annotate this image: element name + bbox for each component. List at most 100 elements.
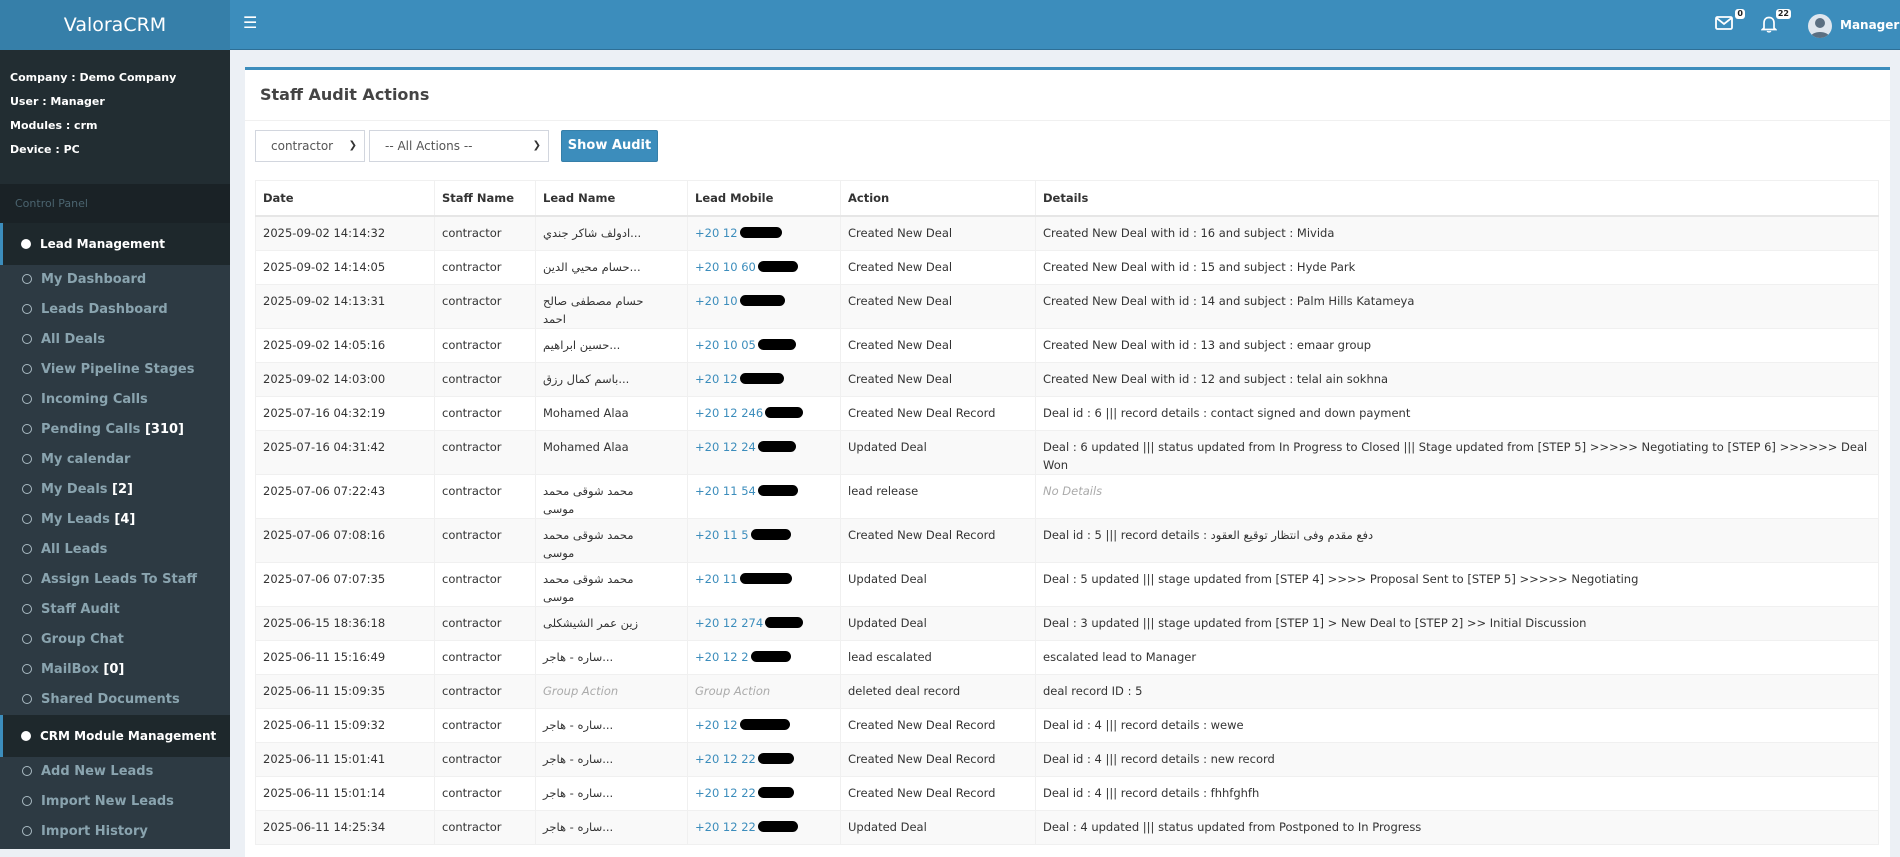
user-avatar[interactable] <box>1808 14 1832 38</box>
user-menu-name[interactable]: Manager <box>1840 17 1899 33</box>
table-row[interactable]: 2025-07-06 07:07:35 contractor محمد شوقى م… <box>255 562 1879 607</box>
cell-staff-name-text: contractor <box>442 260 502 274</box>
redaction-mark <box>750 651 791 662</box>
table-row[interactable]: 2025-06-15 18:36:18 contractor زين عمر الش… <box>255 606 1879 641</box>
cell-staff-name: contractor <box>434 674 536 709</box>
table-row[interactable]: 2025-07-16 04:31:42 contractor Mohamed Ala… <box>255 430 1879 475</box>
column-header-lead-name[interactable]: Lead Name <box>535 180 688 217</box>
sidebar-item-view-pipeline-stages[interactable]: View Pipeline Stages <box>0 355 230 385</box>
cell-lead-mobile[interactable]: +20 10 05 <box>687 328 841 363</box>
cell-lead-mobile[interactable]: +20 10 <box>687 284 841 329</box>
cell-action: Updated Deal <box>840 430 1036 475</box>
sidebar-item-my-calendar[interactable]: My calendar <box>0 445 230 475</box>
sidebar-item-import-history[interactable]: Import History <box>0 817 230 847</box>
sidebar-toggle-icon[interactable]: ☰ <box>243 13 257 33</box>
cell-lead-mobile[interactable]: +20 12 246 <box>687 396 841 431</box>
sidebar-group-crm-module-management[interactable]: CRM Module Management <box>0 715 230 757</box>
show-audit-button[interactable]: Show Audit <box>561 130 658 162</box>
action-select[interactable]: -- All Actions -- ❯ <box>369 130 549 162</box>
sidebar-item-import-new-leads[interactable]: Import New Leads <box>0 787 230 817</box>
redaction-mark <box>739 573 792 584</box>
cell-lead-mobile[interactable]: +20 11 54 <box>687 474 841 519</box>
cell-date: 2025-06-11 15:01:14 <box>255 776 435 811</box>
sidebar-item-all-deals[interactable]: All Deals <box>0 325 230 355</box>
sidebar-item-mailbox[interactable]: MailBox [0] <box>0 655 230 685</box>
table-row[interactable]: 2025-06-11 15:01:41 contractor ...ساره - ه… <box>255 742 1879 777</box>
sidebar-item-staff-audit[interactable]: Staff Audit <box>0 595 230 625</box>
cell-lead-mobile[interactable]: +20 12 2 <box>687 640 841 675</box>
cell-details-text: Deal id : 6 ||| record details : contact… <box>1043 406 1411 420</box>
cell-date-text: 2025-07-16 04:32:19 <box>263 406 386 420</box>
action-select-value: -- All Actions -- <box>385 139 473 153</box>
cell-date-text: 2025-06-11 15:16:49 <box>263 650 386 664</box>
column-header-details[interactable]: Details <box>1035 180 1879 217</box>
sidebar-item-shared-documents[interactable]: Shared Documents <box>0 685 230 715</box>
table-row[interactable]: 2025-09-02 14:14:32 contractor ...ادولف شا… <box>255 215 1879 251</box>
cell-date: 2025-07-06 07:07:35 <box>255 562 435 607</box>
table-row[interactable]: 2025-09-02 14:03:00 contractor ...باسم كما… <box>255 362 1879 397</box>
cell-lead-name: محمد شوقى محمد موسى <box>535 518 688 563</box>
column-header-lead-mobile[interactable]: Lead Mobile <box>687 180 841 217</box>
cell-details-text: Created New Deal with id : 14 and subjec… <box>1043 294 1415 308</box>
table-row[interactable]: 2025-06-11 15:16:49 contractor ...ساره - ه… <box>255 640 1879 675</box>
cell-lead-mobile-text: +20 12 2 <box>695 650 749 664</box>
cell-date-text: 2025-09-02 14:14:32 <box>263 226 386 240</box>
table-row[interactable]: 2025-09-02 14:05:16 contractor ...حسين ابر… <box>255 328 1879 363</box>
sidebar-item-incoming-calls[interactable]: Incoming Calls <box>0 385 230 415</box>
cell-lead-mobile[interactable]: +20 12 22 <box>687 776 841 811</box>
table-row[interactable]: 2025-06-11 15:09:32 contractor ...ساره - ه… <box>255 708 1879 743</box>
sidebar-item-my-dashboard[interactable]: My Dashboard <box>0 265 230 295</box>
sidebar-item-add-new-leads[interactable]: Add New Leads <box>0 757 230 787</box>
cell-date-text: 2025-06-11 15:09:35 <box>263 684 386 698</box>
control-panel-header: Control Panel <box>0 184 230 223</box>
sidebar-group-lead-management[interactable]: Lead Management <box>0 223 230 265</box>
notifications-button[interactable]: 22 <box>1760 9 1791 35</box>
cell-staff-name-text: contractor <box>442 338 502 352</box>
sidebar-item-pending-calls[interactable]: Pending Calls [310] <box>0 415 230 445</box>
staff-select[interactable]: contractor ❯ <box>255 130 365 162</box>
sidebar-item-label: Group Chat <box>41 632 124 647</box>
cell-lead-mobile[interactable]: +20 11 <box>687 562 841 607</box>
sidebar-item-leads-dashboard[interactable]: Leads Dashboard <box>0 295 230 325</box>
table-row[interactable]: 2025-07-06 07:08:16 contractor محمد شوقى م… <box>255 518 1879 563</box>
sidebar-item-my-deals[interactable]: My Deals [2] <box>0 475 230 505</box>
table-row[interactable]: 2025-06-11 15:09:35 contractor Group Actio… <box>255 674 1879 709</box>
table-row[interactable]: 2025-06-11 14:25:34 contractor ...ساره - ه… <box>255 810 1879 845</box>
cell-date: 2025-06-11 15:01:41 <box>255 742 435 777</box>
cell-details: No Details <box>1035 474 1879 519</box>
cell-action: Created New Deal <box>840 215 1036 251</box>
cell-lead-mobile[interactable]: +20 12 22 <box>687 742 841 777</box>
table-row[interactable]: 2025-07-06 07:22:43 contractor محمد شوقى م… <box>255 474 1879 519</box>
table-row[interactable]: 2025-06-11 15:01:14 contractor ...ساره - ه… <box>255 776 1879 811</box>
cell-lead-name: ...حسين ابراهيم <box>535 328 688 363</box>
column-header-date[interactable]: Date <box>255 180 435 217</box>
cell-lead-mobile-text: +20 11 54 <box>695 484 756 498</box>
cell-staff-name-text: contractor <box>442 440 502 454</box>
cell-staff-name: contractor <box>434 708 536 743</box>
column-header-staff-name[interactable]: Staff Name <box>434 180 536 217</box>
sidebar-item-my-leads[interactable]: My Leads [4] <box>0 505 230 535</box>
cell-staff-name-text: contractor <box>442 406 502 420</box>
cell-lead-mobile[interactable]: +20 12 24 <box>687 430 841 475</box>
cell-lead-mobile[interactable]: +20 12 274 <box>687 606 841 641</box>
sidebar-item-count: [310] <box>144 422 184 437</box>
cell-lead-mobile[interactable]: +20 10 60 <box>687 250 841 285</box>
table-row[interactable]: 2025-09-02 14:13:31 contractor حسام مصطفى … <box>255 284 1879 329</box>
cell-date: 2025-07-06 07:22:43 <box>255 474 435 519</box>
modules-info: Modules : crm <box>10 119 98 132</box>
sidebar-item-assign-leads-to-staff[interactable]: Assign Leads To Staff <box>0 565 230 595</box>
cell-lead-mobile[interactable]: +20 12 <box>687 708 841 743</box>
table-row[interactable]: 2025-09-02 14:14:05 contractor ...حسام محي… <box>255 250 1879 285</box>
cell-lead-mobile[interactable]: +20 12 <box>687 215 841 251</box>
cell-lead-mobile[interactable]: +20 12 <box>687 362 841 397</box>
cell-lead-mobile[interactable]: +20 12 22 <box>687 810 841 845</box>
sidebar-item-group-chat[interactable]: Group Chat <box>0 625 230 655</box>
column-header-action[interactable]: Action <box>840 180 1036 217</box>
sidebar-item-all-leads[interactable]: All Leads <box>0 535 230 565</box>
app-logo[interactable]: ValoraCRM <box>0 0 230 50</box>
messages-button[interactable]: 0 <box>1715 9 1745 35</box>
table-row[interactable]: 2025-07-16 04:32:19 contractor Mohamed Ala… <box>255 396 1879 431</box>
cell-details: Deal id : 4 ||| record details : fhhfghf… <box>1035 776 1879 811</box>
cell-lead-name: ...ادولف شاكر جندي <box>535 215 688 251</box>
cell-lead-mobile[interactable]: +20 11 5 <box>687 518 841 563</box>
